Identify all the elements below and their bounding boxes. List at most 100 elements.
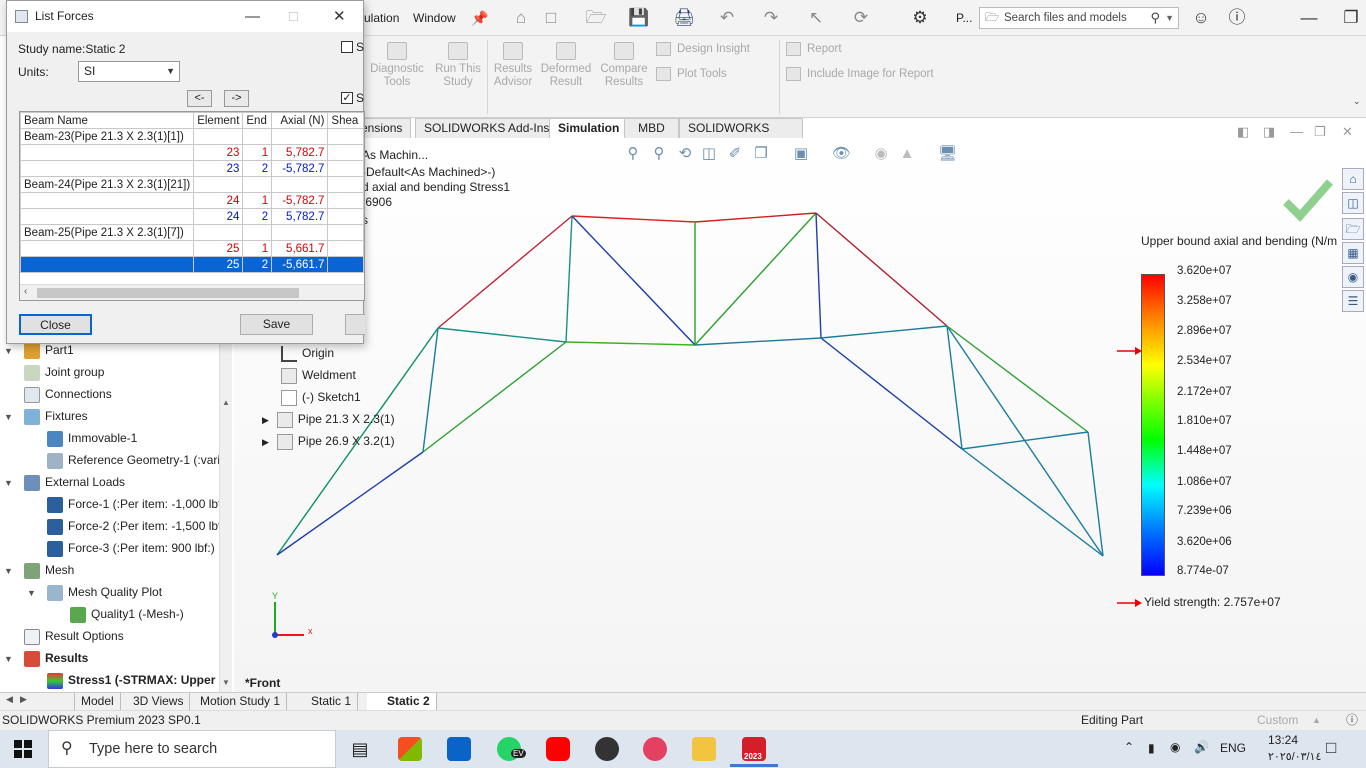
solidworks-badge: 2023	[744, 752, 762, 761]
media-player-icon[interactable]	[595, 737, 619, 761]
legend-value: 3.620e+07	[1177, 265, 1232, 277]
chevron-up-icon[interactable]: ▲	[1312, 711, 1321, 730]
column-header[interactable]: Shea	[327, 112, 364, 129]
units-select[interactable]: SI ▼	[78, 61, 180, 82]
language-indicator[interactable]: ENG	[1220, 741, 1246, 755]
maximize-icon[interactable]: □	[289, 1, 298, 32]
clock-date[interactable]: ٢٠٢٥/٠٣/١٤	[1268, 750, 1321, 763]
tab-static-1[interactable]: Static 1	[293, 693, 359, 710]
table-cell	[20, 192, 195, 209]
table-row[interactable]: 25 1 5,661.7	[20, 240, 364, 257]
tab-model[interactable]: Model	[74, 693, 121, 710]
scroll-left-icon[interactable]: ◀	[6, 694, 13, 705]
table-cell: 1	[242, 192, 273, 209]
tree-item-quality1[interactable]: Quality1 (-Mesh-)	[70, 604, 184, 624]
fm-pipe-2[interactable]: ▶ Pipe 26.9 X 3.2(1)	[262, 431, 395, 451]
forces-table[interactable]: Beam Name Element End Axial (N) Shea Bea…	[19, 111, 365, 301]
notifications-icon[interactable]: □	[1326, 738, 1336, 758]
fm-pipe-1[interactable]: ▶ Pipe 21.3 X 2.3(1)	[262, 409, 395, 429]
tree-item-mesh-quality-plot[interactable]: ▼ Mesh Quality Plot	[27, 582, 162, 602]
units-label: Units:	[18, 65, 49, 79]
status-units[interactable]: Custom	[1257, 711, 1298, 730]
bottom-tab-bar: ◀ ▶ Model 3D Views Motion Study 1 Static…	[0, 692, 1366, 710]
column-header[interactable]: End	[242, 112, 273, 129]
option-checkbox-1-label: S	[356, 40, 365, 54]
store-icon[interactable]	[398, 737, 422, 761]
tree-item-ref-geometry[interactable]: Reference Geometry-1 (:vari	[47, 450, 220, 470]
table-cell	[242, 176, 273, 193]
tree-item-mesh[interactable]: ▼ Mesh	[4, 560, 74, 580]
recorder-icon[interactable]	[643, 737, 667, 761]
task-view-icon[interactable]: ▤	[348, 737, 372, 761]
tree-item-fixtures[interactable]: ▼ Fixtures	[4, 406, 88, 426]
close-icon[interactable]: ✕	[333, 1, 346, 32]
previous-button[interactable]: <-	[187, 90, 212, 107]
tree-scrollbar[interactable]: ▲ ▼	[219, 340, 232, 692]
scroll-down-icon[interactable]: ▼	[222, 678, 230, 687]
table-cell: 24	[193, 208, 244, 225]
table-cell	[193, 224, 244, 241]
battery-icon[interactable]: ▮	[1148, 741, 1155, 755]
option-checkbox-2[interactable]: ✓	[341, 92, 353, 104]
extra-button[interactable]	[345, 314, 365, 335]
column-header[interactable]: Axial (N)	[271, 112, 329, 129]
close-button[interactable]: Close	[19, 314, 92, 335]
tab-3d-views[interactable]: 3D Views	[127, 693, 191, 710]
column-header[interactable]: Beam Name	[20, 112, 195, 129]
tree-item-external-loads[interactable]: ▼ External Loads	[4, 472, 125, 492]
dialog-title-bar[interactable]: List Forces — □ ✕	[7, 1, 363, 32]
status-mode: Editing Part	[1081, 713, 1144, 727]
taskbar-search-input[interactable]: ⚲ Type here to search	[48, 730, 336, 768]
table-row[interactable]: Beam-23(Pipe 21.3 X 2.3(1)[1])	[20, 128, 364, 145]
table-horizontal-scrollbar[interactable]: ‹	[20, 284, 364, 300]
outlook-icon[interactable]	[447, 737, 471, 761]
tree-item-force-1[interactable]: Force-1 (:Per item: -1,000 lbf	[47, 494, 221, 514]
file-explorer-icon[interactable]	[692, 737, 716, 761]
scroll-up-icon[interactable]: ▲	[222, 398, 230, 407]
table-cell: 2	[242, 160, 273, 177]
table-row[interactable]: 24 1 -5,782.7	[20, 192, 364, 209]
table-row[interactable]: Beam-24(Pipe 21.3 X 2.3(1)[21])	[20, 176, 364, 193]
table-row[interactable]: 23 2 -5,782.7	[20, 160, 364, 177]
tree-item-joint-group[interactable]: Joint group	[24, 362, 104, 382]
table-cell: 24	[193, 192, 244, 209]
volume-icon[interactable]: 🔊	[1194, 740, 1209, 754]
status-bar: SOLIDWORKS Premium 2023 SP0.1 Editing Pa…	[0, 710, 1366, 730]
minimize-icon[interactable]: —	[245, 1, 260, 32]
status-version: SOLIDWORKS Premium 2023 SP0.1	[2, 713, 201, 727]
tree-item-force-2[interactable]: Force-2 (:Per item: -1,500 lbf	[47, 516, 221, 536]
clock-time[interactable]: 13:24	[1268, 733, 1298, 747]
tree-item-result-options[interactable]: Result Options	[24, 626, 124, 646]
tree-item-stress1[interactable]: Stress1 (-STRMAX: Upper	[47, 670, 215, 690]
legend-value: 1.448e+07	[1177, 445, 1232, 457]
active-app-indicator	[730, 764, 778, 767]
next-button[interactable]: ->	[224, 90, 249, 107]
option-checkbox-1[interactable]	[341, 41, 353, 53]
table-cell	[271, 128, 329, 145]
tree-item-results[interactable]: ▼ Results	[4, 648, 88, 668]
tree-item-connections[interactable]: Connections	[24, 384, 112, 404]
scroll-left-icon[interactable]: ‹	[24, 286, 27, 297]
table-cell	[327, 192, 364, 209]
column-header[interactable]: Element	[193, 112, 244, 129]
table-row[interactable]: 24 2 5,782.7	[20, 208, 364, 225]
save-button[interactable]: Save	[240, 314, 313, 335]
fm-sketch[interactable]: (-) Sketch1	[281, 387, 361, 407]
tab-motion-study[interactable]: Motion Study 1	[194, 693, 288, 710]
tree-item-immovable[interactable]: Immovable-1	[47, 428, 137, 448]
scroll-right-icon[interactable]: ▶	[20, 694, 27, 705]
tree-item-force-3[interactable]: Force-3 (:Per item: 900 lbf:)	[47, 538, 215, 558]
fm-weldment[interactable]: Weldment	[281, 365, 356, 385]
help-icon[interactable]: ⓘ	[1346, 711, 1358, 730]
youtube-icon[interactable]	[546, 737, 570, 761]
scrollbar-thumb[interactable]	[37, 288, 299, 298]
chevron-up-icon[interactable]: ⌃	[1124, 740, 1134, 754]
fm-origin[interactable]: Origin	[281, 343, 334, 363]
windows-start-icon[interactable]	[14, 740, 32, 758]
table-row[interactable]: 23 1 5,782.7	[20, 144, 364, 161]
table-row[interactable]: Beam-25(Pipe 21.3 X 2.3(1)[7])	[20, 224, 364, 241]
table-cell: -5,782.7	[271, 160, 329, 177]
tab-static-2[interactable]: Static 2	[367, 693, 437, 710]
table-row[interactable]: 25 2 -5,661.7	[20, 256, 364, 273]
wifi-icon[interactable]: ◉	[1170, 740, 1180, 754]
